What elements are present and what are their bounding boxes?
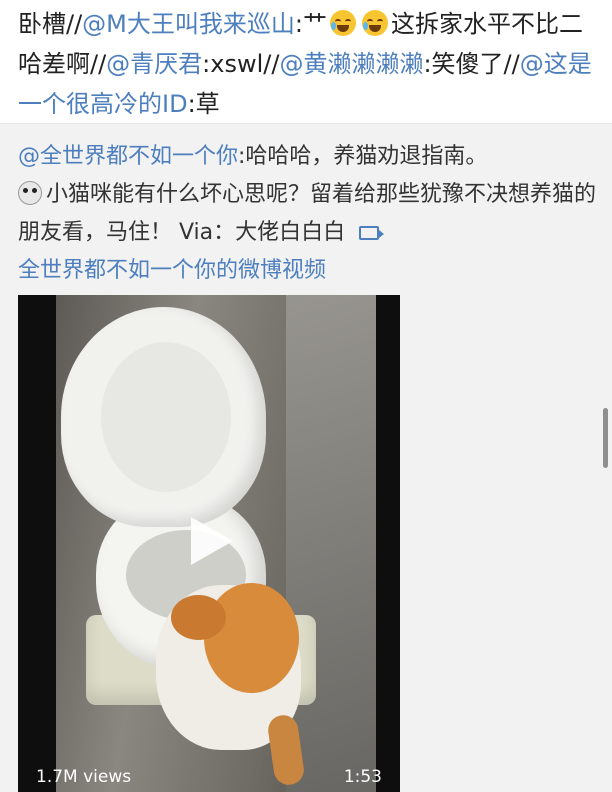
- laugh-cry-emoji-icon: [361, 10, 388, 36]
- view-count: 1.7M views: [36, 767, 132, 787]
- video-link-icon: [359, 226, 385, 240]
- post-text: :哈哈哈，养猫劝退指南。: [238, 144, 488, 169]
- repost-comment: :笑傻了//: [423, 50, 520, 78]
- video-link[interactable]: 全世界都不如一个你的微博视频: [18, 258, 326, 283]
- repost-section: 卧槽//@M大王叫我来巡山:艹 这拆家水平不比二哈差啊//@青厌君:xswl//@…: [0, 0, 612, 123]
- repost-comment: :xswl//: [202, 50, 280, 78]
- repost-comment: 卧槽//: [18, 10, 83, 38]
- repost-text: 卧槽//@M大王叫我来巡山:艹 这拆家水平不比二哈差啊//@青厌君:xswl//@…: [18, 4, 598, 124]
- mention-m-king[interactable]: @M大王叫我来巡山: [82, 10, 295, 38]
- play-icon[interactable]: [191, 517, 233, 565]
- laugh-cry-emoji-icon: [329, 10, 356, 36]
- video-duration: 1:53: [343, 767, 382, 787]
- scrollbar[interactable]: [603, 408, 608, 468]
- video-player[interactable]: 1.7M views 1:53: [18, 295, 400, 792]
- scared-face-icon: [18, 181, 42, 205]
- original-post-text: @全世界都不如一个你:哈哈哈，养猫劝退指南。小猫咪能有什么坏心思呢？留着给那些犹…: [18, 138, 598, 290]
- repost-comment: :草: [187, 90, 220, 118]
- mention-huanglai[interactable]: @黄濑濑濑濑: [279, 50, 423, 78]
- mention-qingyanjun[interactable]: @青厌君: [106, 50, 202, 78]
- repost-comment: :艹: [294, 10, 327, 38]
- post-text: 小猫咪能有什么坏心思呢？留着给那些犹豫不决想养猫的朋友看，马住！ Via：大佬白…: [18, 182, 597, 245]
- original-author-link[interactable]: @全世界都不如一个你: [18, 144, 238, 169]
